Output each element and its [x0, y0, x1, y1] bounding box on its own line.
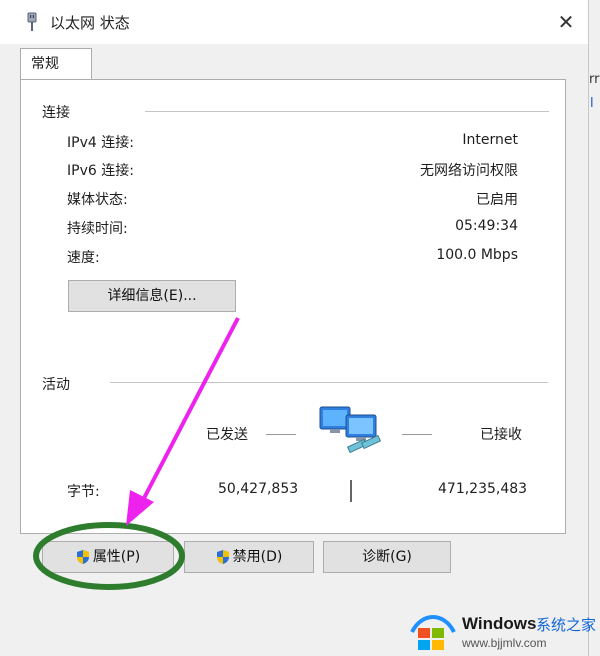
- activity-divider: [110, 382, 548, 383]
- watermark: Windows 系统之家 www.bjjmlv.com: [402, 596, 600, 656]
- ipv4-value: Internet: [462, 132, 518, 148]
- connection-divider: [145, 111, 549, 112]
- ethernet-status-dialog: 以太网 状态 ✕ 常规 连接 IPv4 连接: Internet IPv6 连接…: [0, 0, 589, 656]
- background-window-fragment: l: [590, 96, 594, 111]
- title-bar: 以太网 状态 ✕: [0, 0, 588, 44]
- sent-line: [266, 434, 296, 435]
- speed-label: 速度:: [67, 250, 100, 266]
- windows-logo-icon: [410, 615, 456, 650]
- connection-group-heading: 连接: [42, 105, 70, 121]
- ipv6-value: 无网络访问权限: [420, 163, 518, 179]
- bytes-label: 字节:: [67, 484, 100, 500]
- watermark-site: 系统之家: [536, 616, 597, 634]
- ipv6-label: IPv6 连接:: [67, 163, 134, 179]
- watermark-brand: Windows: [462, 614, 537, 633]
- close-button[interactable]: ✕: [548, 6, 584, 38]
- close-icon: ✕: [557, 10, 575, 34]
- activity-group-heading: 活动: [42, 377, 70, 393]
- window-title: 以太网 状态: [50, 14, 130, 32]
- network-computers-icon: [319, 406, 382, 454]
- network-cable-icon: [27, 12, 37, 31]
- properties-label: 属性(P): [92, 549, 141, 565]
- duration-value: 05:49:34: [455, 218, 518, 234]
- bytes-received-value: 471,235,483: [438, 481, 528, 497]
- diagnose-button[interactable]: 诊断(G): [323, 541, 451, 573]
- bytes-sent-value: 50,427,853: [218, 481, 299, 497]
- speed-value: 100.0 Mbps: [436, 247, 518, 263]
- watermark-url: www.bjjmlv.com: [462, 636, 547, 650]
- tab-general[interactable]: 常规: [20, 48, 92, 80]
- media-state-label: 媒体状态:: [67, 192, 128, 208]
- disable-label: 禁用(D): [232, 549, 283, 565]
- bytes-separator: [350, 480, 352, 502]
- media-state-value: 已启用: [476, 192, 518, 208]
- disable-button[interactable]: 禁用(D): [184, 541, 314, 573]
- sent-label: 已发送: [206, 427, 248, 443]
- uac-shield-icon: [216, 550, 229, 564]
- ipv4-label: IPv4 连接:: [67, 135, 134, 151]
- received-line: [402, 434, 432, 435]
- duration-label: 持续时间:: [67, 221, 128, 237]
- properties-button[interactable]: 属性(P): [42, 541, 174, 573]
- background-window-fragment: rr: [589, 72, 600, 87]
- details-button[interactable]: 详细信息(E)...: [68, 280, 236, 312]
- received-label: 已接收: [480, 427, 522, 443]
- uac-shield-icon: [76, 550, 89, 564]
